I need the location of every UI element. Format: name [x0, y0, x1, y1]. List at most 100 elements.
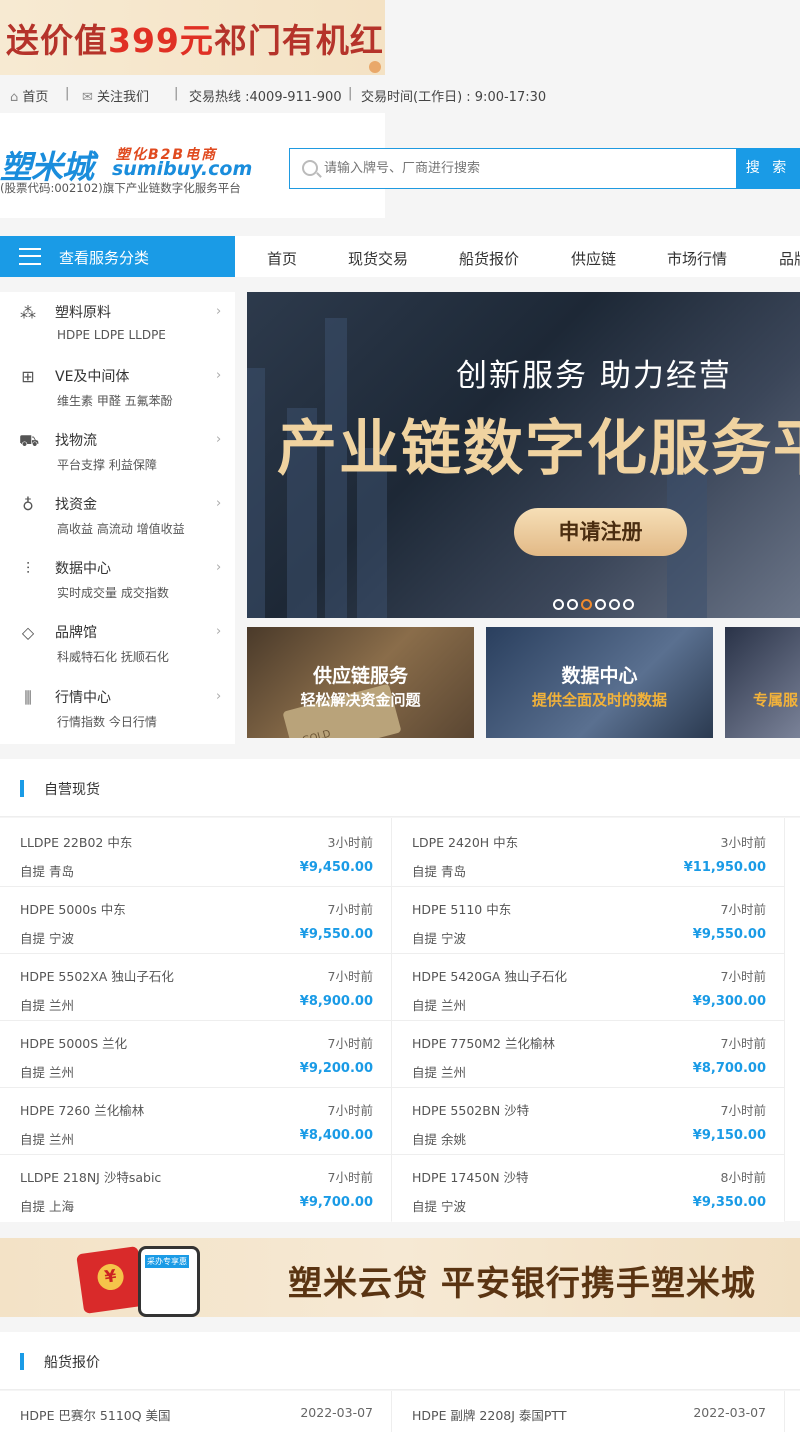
- spot-item[interactable]: LDPE 2420H 中东 3小时前 自提 青岛 ¥11,950.00: [392, 820, 784, 887]
- sidebar-item-sub: 平台支撑 利益保障: [57, 458, 157, 472]
- sidebar-item-title: 塑料原料: [55, 305, 111, 321]
- loan-ad-banner[interactable]: ¥ 采办专享惠 塑米云贷 平安银行携手塑米城: [0, 1238, 800, 1317]
- category-menu-button[interactable]: 查看服务分类: [0, 236, 235, 277]
- phone-image: 采办专享惠: [138, 1246, 200, 1317]
- bar-chart-icon: ⫶: [25, 559, 30, 578]
- card-title: 数据中心: [561, 665, 638, 687]
- card-data-center[interactable]: 数据中心 提供全面及时的数据: [486, 627, 713, 738]
- plastic-granules-icon: ⁂: [20, 303, 36, 322]
- top-ad-decoration: [369, 61, 381, 73]
- trade-hotline: 交易热线 :4009-911-900: [189, 90, 342, 105]
- nav-spot-trading[interactable]: 现货交易: [348, 248, 408, 269]
- red-envelope-icon: ¥: [76, 1245, 146, 1315]
- sidebar-item-market[interactable]: ⫼ 行情中心 行情指数 今日行情 ›: [0, 677, 235, 741]
- sidebar-item-sub: HDPE LDPE LLDPE: [57, 328, 166, 342]
- top-info-bar: ⌂ 首页 | ✉ 关注我们 | 交易热线 :4009-911-900 | 交易时…: [0, 75, 800, 113]
- category-menu-label: 查看服务分类: [59, 249, 150, 267]
- sidebar-item-sub: 实时成交量 成交指数: [57, 586, 169, 600]
- spot-item[interactable]: HDPE 17450N 沙特 8小时前 自提 宁波 ¥9,350.00: [392, 1155, 784, 1222]
- home-icon: ⌂: [10, 90, 19, 105]
- sidebar-item-data-center[interactable]: ⫶ 数据中心 实时成交量 成交指数 ›: [0, 548, 235, 612]
- logo-subtitle: (股票代码:002102)旗下产业链数字化服务平台: [0, 181, 241, 195]
- chevron-right-icon: ›: [216, 689, 222, 704]
- logo-en: sumibuy.com: [112, 158, 253, 180]
- spot-item[interactable]: LLDPE 22B02 中东 3小时前 自提 青岛 ¥9,450.00: [0, 820, 391, 887]
- spot-item[interactable]: HDPE 7750M2 兰化榆林 7小时前 自提 兰州 ¥8,700.00: [392, 1021, 784, 1088]
- top-ad-text: 送价值399元祁门有机红: [6, 21, 384, 60]
- spot-item[interactable]: HDPE 5420GA 独山子石化 7小时前 自提 兰州 ¥9,300.00: [392, 954, 784, 1021]
- ship-item[interactable]: HDPE 巴赛尔 5110Q 美国 2022-03-07: [0, 1393, 391, 1432]
- card-subtitle: 提供全面及时的数据: [531, 691, 667, 709]
- search-button[interactable]: 搜 索: [736, 148, 800, 189]
- truck-icon: ⛟: [19, 431, 40, 450]
- carousel-dot[interactable]: [623, 599, 634, 610]
- card-exclusive-service[interactable]: 专属服: [725, 627, 800, 738]
- sidebar-item-brands[interactable]: ◇ 品牌馆 科威特石化 抚顺石化 ›: [0, 612, 235, 676]
- spot-item[interactable]: HDPE 5502XA 独山子石化 7小时前 自提 兰州 ¥8,900.00: [0, 954, 391, 1021]
- spot-item[interactable]: LLDPE 218NJ 沙特sabic 7小时前 自提 上海 ¥9,700.00: [0, 1155, 391, 1222]
- divider: |: [348, 86, 353, 101]
- spot-item[interactable]: HDPE 5000s 中东 7小时前 自提 宁波 ¥9,550.00: [0, 887, 391, 954]
- carousel-dot-active[interactable]: [581, 599, 592, 610]
- section-title: 自营现货: [44, 782, 100, 798]
- sidebar-item-sub: 科威特石化 抚顺石化: [57, 650, 169, 664]
- sidebar-item-sub: 维生素 甲醛 五氟苯酚: [57, 394, 173, 408]
- city-skyline: [247, 368, 265, 618]
- chevron-right-icon: ›: [216, 496, 222, 511]
- medical-box-icon: ⊞: [21, 367, 35, 386]
- card-supply-chain[interactable]: GOLD 供应链服务 轻松解决资金问题: [247, 627, 474, 738]
- carousel-dot[interactable]: [609, 599, 620, 610]
- sidebar-item-logistics[interactable]: ⛟ 找物流 平台支撑 利益保障 ›: [0, 420, 235, 484]
- chevron-right-icon: ›: [216, 432, 222, 447]
- sidebar-item-title: 找资金: [55, 497, 97, 513]
- category-sidebar: ⁂ 塑料原料 HDPE LDPE LLDPE › ⊞ VE及中间体 维生素 甲醛…: [0, 292, 235, 744]
- wechat-icon: ✉: [82, 90, 93, 105]
- carousel-dot[interactable]: [567, 599, 578, 610]
- card-subtitle: 轻松解决资金问题: [300, 691, 421, 709]
- section-header-spot: 自营现货: [0, 759, 800, 817]
- carousel-dots: [553, 595, 637, 614]
- banner-headline: 创新服务 助力经营: [456, 358, 732, 394]
- nav-market[interactable]: 市场行情: [667, 248, 727, 269]
- hero-banner[interactable]: 创新服务 助力经营 产业链数字化服务平 申请注册: [247, 292, 800, 618]
- spot-item[interactable]: HDPE 5000S 兰化 7小时前 自提 兰州 ¥9,200.00: [0, 1021, 391, 1088]
- chevron-right-icon: ›: [216, 560, 222, 575]
- chevron-right-icon: ›: [216, 368, 222, 383]
- sidebar-item-ve[interactable]: ⊞ VE及中间体 维生素 甲醛 五氟苯酚 ›: [0, 356, 235, 420]
- spot-item[interactable]: HDPE 5110 中东 7小时前 自提 宁波 ¥9,550.00: [392, 887, 784, 954]
- card-subtitle: 专属服: [753, 691, 799, 709]
- carousel-dot[interactable]: [595, 599, 606, 610]
- trade-hours: 交易时间(工作日) : 9:00-17:30: [361, 90, 547, 105]
- search-input[interactable]: [324, 157, 724, 179]
- nav-home[interactable]: 首页: [267, 248, 297, 269]
- section-marker: [20, 1353, 24, 1370]
- money-bag-icon: ♁: [22, 495, 34, 514]
- spot-item[interactable]: HDPE 5502BN 沙特 7小时前 自提 余姚 ¥9,150.00: [392, 1088, 784, 1155]
- sidebar-item-title: 数据中心: [55, 561, 111, 577]
- menu-icon: [19, 248, 41, 265]
- sidebar-item-plastics[interactable]: ⁂ 塑料原料 HDPE LDPE LLDPE ›: [0, 292, 235, 356]
- column-divider: [784, 1391, 785, 1432]
- sidebar-item-sub: 行情指数 今日行情: [57, 715, 157, 729]
- register-button[interactable]: 申请注册: [514, 508, 687, 556]
- section-marker: [20, 780, 24, 797]
- search-icon: [302, 160, 318, 176]
- nav-brand[interactable]: 品牌: [779, 248, 800, 269]
- section-title: 船货报价: [44, 1355, 100, 1371]
- carousel-dot[interactable]: [553, 599, 564, 610]
- sidebar-item-title: 找物流: [55, 433, 97, 449]
- nav-shipment-quotes[interactable]: 船货报价: [459, 248, 519, 269]
- column-divider: [784, 818, 785, 1221]
- sidebar-item-funding[interactable]: ♁ 找资金 高收益 高流动 增值收益 ›: [0, 484, 235, 548]
- spot-item[interactable]: HDPE 7260 兰化榆林 7小时前 自提 兰州 ¥8,400.00: [0, 1088, 391, 1155]
- home-link[interactable]: ⌂ 首页: [10, 86, 48, 105]
- sidebar-item-sub: 高收益 高流动 增值收益: [57, 522, 185, 536]
- sidebar-item-title: 行情中心: [55, 690, 111, 706]
- follow-us-link[interactable]: ✉ 关注我们: [82, 86, 149, 105]
- nav-supply-chain[interactable]: 供应链: [571, 248, 616, 269]
- line-chart-icon: ⫼: [24, 688, 32, 707]
- search-box: [289, 148, 737, 189]
- ship-item[interactable]: HDPE 副牌 2208J 泰国PTT 2022-03-07: [392, 1393, 784, 1432]
- banner-title: 产业链数字化服务平: [277, 414, 800, 484]
- top-ad-banner[interactable]: 送价值399元祁门有机红: [0, 0, 385, 75]
